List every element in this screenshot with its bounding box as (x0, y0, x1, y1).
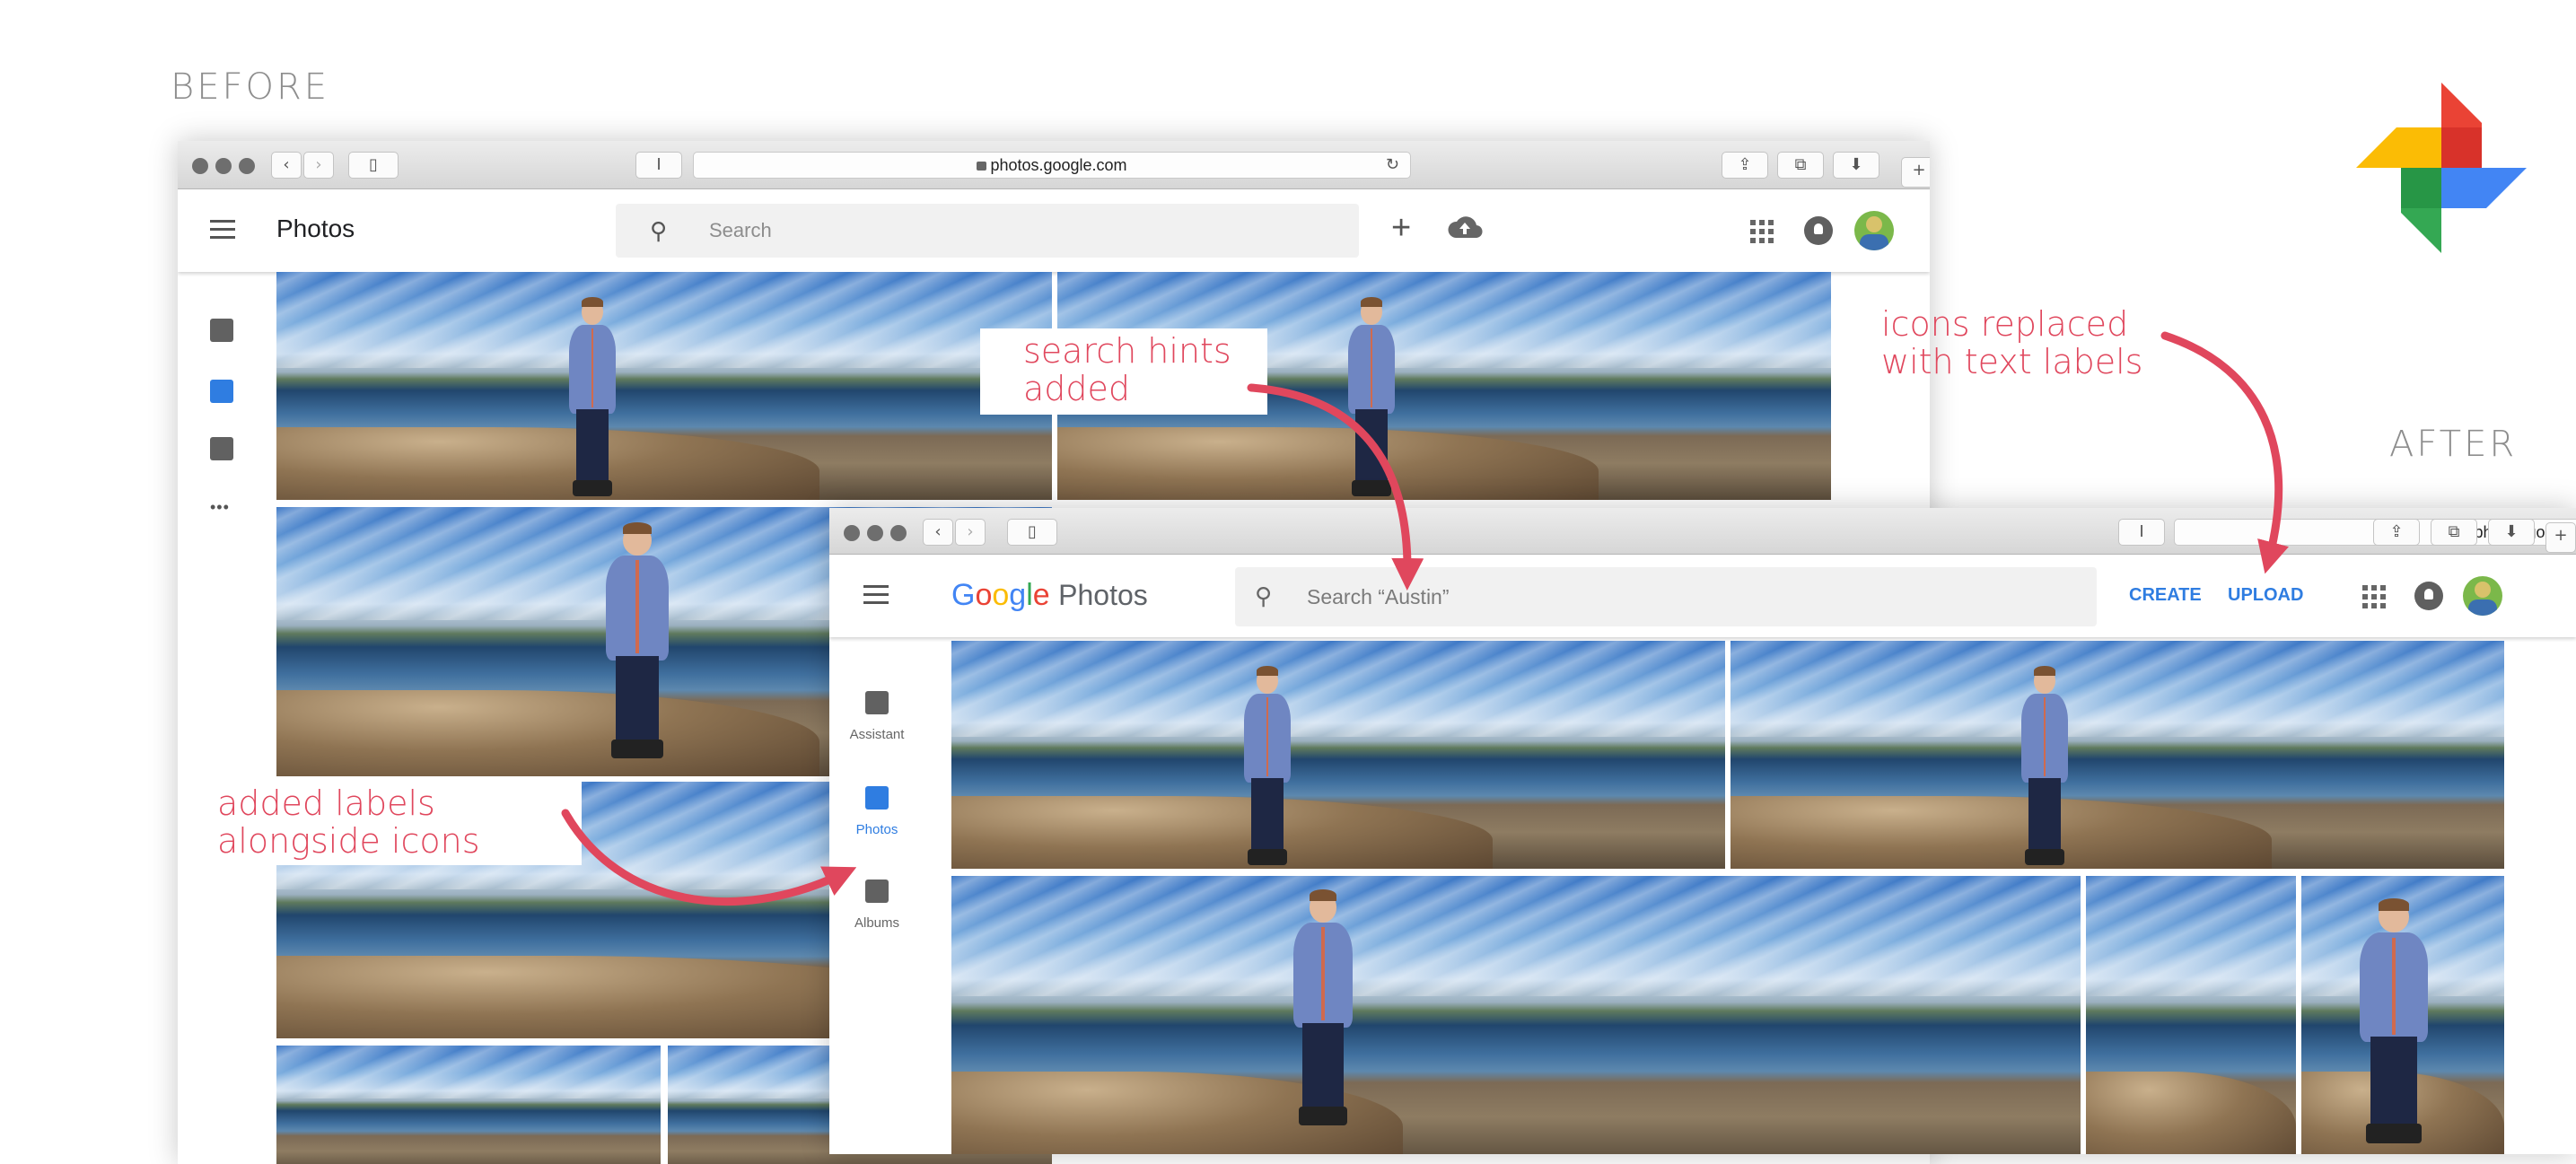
zoom-dot[interactable] (239, 158, 255, 174)
brand-product: Photos (1058, 579, 1148, 611)
photo-tile[interactable] (951, 876, 2081, 1154)
reader-button[interactable]: I (635, 152, 682, 179)
brand-letter: o (975, 578, 993, 612)
brand-letter: G (951, 578, 976, 612)
assistant-icon[interactable] (865, 691, 889, 714)
apps-grid-icon[interactable] (2362, 585, 2386, 608)
search-icon: ⚲ (1255, 583, 1273, 610)
photos-icon[interactable] (210, 380, 233, 403)
avatar[interactable] (2463, 576, 2502, 616)
photo-tile[interactable] (276, 1046, 661, 1164)
after-titlebar: ‹ › ▯ I photos.google.com ↻ (829, 508, 2576, 555)
albums-icon[interactable] (210, 437, 233, 460)
brand-letter: o (992, 578, 1010, 612)
photo-tile[interactable] (2086, 876, 2296, 1154)
forward-button[interactable]: › (303, 152, 334, 179)
share-button[interactable]: ⇪ (1722, 152, 1768, 179)
more-icon[interactable]: ••• (210, 498, 230, 517)
plus-icon[interactable]: + (1391, 209, 1411, 248)
after-label: AFTER (2389, 424, 2518, 465)
cloud-upload-icon[interactable] (1447, 213, 1483, 239)
sidebar-toggle-button[interactable]: ▯ (348, 152, 399, 179)
photo-tile[interactable] (276, 272, 1052, 500)
google-photos-logo (2356, 83, 2527, 253)
menu-icon[interactable] (210, 220, 235, 244)
reader-button[interactable]: I (2118, 519, 2165, 546)
app-title: Photos (276, 214, 355, 242)
upload-button[interactable]: UPLOAD (2228, 585, 2303, 606)
brand-letter: l (1026, 578, 1033, 612)
tabs-button[interactable]: ⧉ (2431, 519, 2477, 546)
minimize-dot[interactable] (215, 158, 232, 174)
search-placeholder: Search (709, 219, 772, 241)
search-placeholder: Search “Austin” (1307, 585, 1450, 608)
address-bar[interactable]: photos.google.com ↻ (693, 152, 1411, 179)
forward-button[interactable]: › (955, 519, 986, 546)
share-button[interactable]: ⇪ (2373, 519, 2420, 546)
avatar[interactable] (1854, 211, 1894, 250)
after-browser-window: ‹ › ▯ I photos.google.com ↻ Google Photo… (829, 508, 2576, 1154)
sidebar-item-photos[interactable]: Photos (841, 822, 913, 837)
photo-tile[interactable] (951, 641, 1725, 869)
annotation-labels-added: added labels alongside icons (217, 783, 480, 861)
photo-tile[interactable] (1730, 641, 2504, 869)
before-appbar: Photos ⚲ Search + (178, 189, 1930, 272)
annotation-search-hints: search hints added (1023, 331, 1231, 408)
downloads-button[interactable]: ⬇ (2488, 519, 2535, 546)
albums-icon[interactable] (865, 880, 889, 903)
close-dot[interactable] (192, 158, 208, 174)
notifications-icon[interactable] (1804, 216, 1833, 245)
lock-icon (977, 162, 987, 171)
close-dot[interactable] (844, 525, 860, 541)
downloads-button[interactable]: ⬇ (1833, 152, 1879, 179)
new-tab-button[interactable]: + (1901, 157, 1930, 188)
brand-letter: e (1032, 578, 1050, 612)
new-tab-button[interactable]: + (2545, 522, 2576, 553)
menu-icon[interactable] (863, 585, 889, 609)
search-input[interactable]: ⚲ Search (616, 204, 1359, 258)
search-input[interactable]: ⚲ Search “Austin” (1235, 567, 2097, 626)
annotation-icons-replaced: icons replaced with text labels (1881, 304, 2143, 381)
apps-grid-icon[interactable] (1750, 220, 1774, 243)
brand-letter: g (1009, 578, 1027, 612)
after-appbar: Google Photos ⚲ Search “Austin” CREATE U… (829, 555, 2576, 637)
zoom-dot[interactable] (890, 525, 907, 541)
search-icon: ⚲ (650, 218, 668, 245)
minimize-dot[interactable] (867, 525, 883, 541)
assistant-icon[interactable] (210, 319, 233, 342)
back-button[interactable]: ‹ (923, 519, 953, 546)
sidebar-item-albums[interactable]: Albums (841, 915, 913, 931)
reload-icon[interactable]: ↻ (1386, 153, 1399, 178)
notifications-icon[interactable] (2414, 582, 2443, 610)
photo-tile[interactable] (2301, 876, 2504, 1154)
google-photos-brand: Google Photos (951, 578, 1148, 613)
create-button[interactable]: CREATE (2129, 585, 2202, 606)
sidebar-toggle-button[interactable]: ▯ (1007, 519, 1057, 546)
photos-icon[interactable] (865, 786, 889, 810)
url-text: photos.google.com (990, 156, 1127, 174)
back-button[interactable]: ‹ (271, 152, 302, 179)
before-label: BEFORE (171, 66, 330, 108)
tabs-button[interactable]: ⧉ (1777, 152, 1824, 179)
before-titlebar: ‹ › ▯ I photos.google.com ↻ ⇪ ⧉ ⬇ + (178, 141, 1930, 189)
sidebar-item-assistant[interactable]: Assistant (841, 727, 913, 742)
